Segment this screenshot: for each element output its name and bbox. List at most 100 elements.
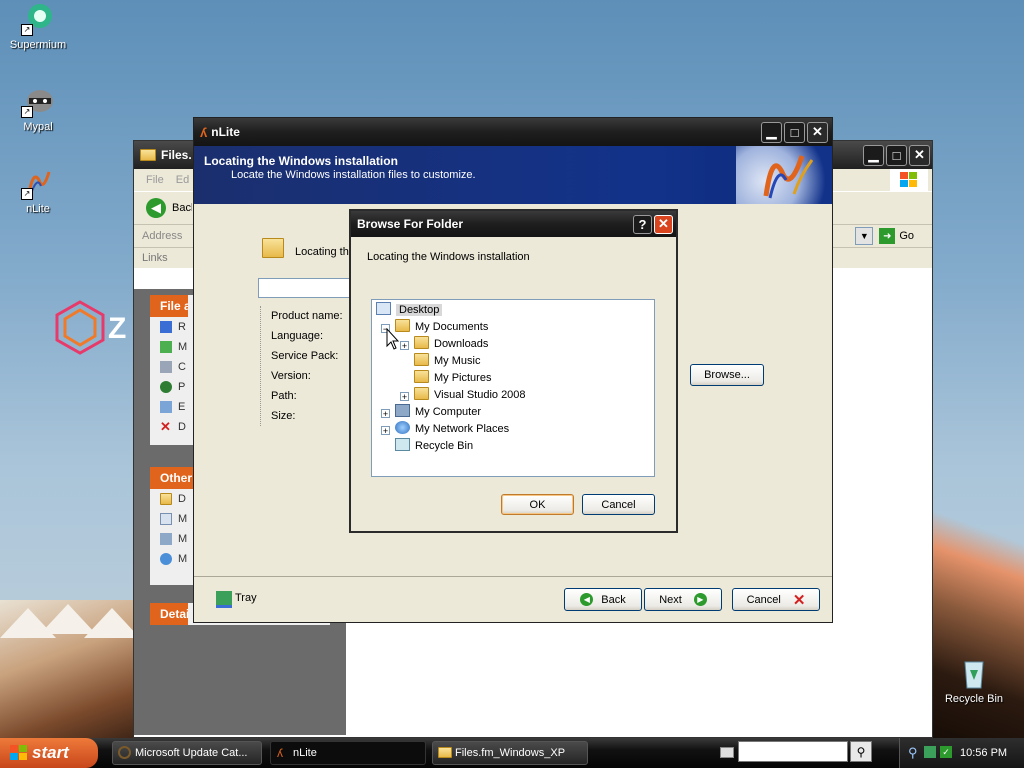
- close-button[interactable]: ✕: [654, 214, 673, 234]
- desktop-icon-nlite[interactable]: ↗ nLite: [0, 166, 76, 215]
- mypal-raccoon-icon: ↗: [21, 84, 55, 118]
- search-button-icon[interactable]: ⚲: [850, 741, 872, 762]
- go-arrow-icon[interactable]: ➜: [879, 228, 896, 244]
- tree-item-my-network-places[interactable]: My Network Places: [395, 421, 509, 437]
- task-nlite[interactable]: ʎ nLite: [270, 741, 426, 765]
- desktop-icon-supermium[interactable]: ↗ Supermium: [0, 2, 76, 51]
- shortcut-arrow-icon: ↗: [21, 188, 33, 200]
- tree-item-visual-studio-2008[interactable]: Visual Studio 2008: [414, 387, 526, 403]
- desktop-icon-label: nLite: [26, 203, 50, 215]
- help-button[interactable]: ?: [633, 214, 652, 234]
- locating-label: Locating th: [295, 246, 349, 258]
- next-button[interactable]: Next ▶: [644, 588, 722, 611]
- tree-item-desktop[interactable]: Desktop: [376, 302, 443, 318]
- pictures-folder-icon: [414, 370, 429, 383]
- nlite-footer: Tray ◀ Back Next ▶ Cancel ✕: [194, 576, 832, 621]
- address-label: Address: [142, 230, 183, 242]
- windows-flag-icon: [10, 745, 27, 760]
- expand-toggle[interactable]: +: [381, 409, 390, 419]
- documents-icon: [160, 513, 172, 525]
- ok-button[interactable]: OK: [501, 494, 574, 515]
- desktop-icon-recycle-bin[interactable]: Recycle Bin: [936, 656, 1012, 705]
- taskbar-search-input[interactable]: [738, 741, 848, 762]
- nlite-titlebar[interactable]: ʎ nLite ▁ □ ✕: [194, 118, 832, 146]
- tree-item-downloads[interactable]: Downloads: [414, 336, 488, 352]
- network-icon: [160, 553, 172, 565]
- page-title: Locating the Windows installation: [204, 154, 398, 168]
- expand-toggle[interactable]: +: [400, 341, 409, 351]
- panel-header[interactable]: Other Places: [150, 467, 196, 489]
- move-icon: [160, 341, 172, 353]
- minimize-button[interactable]: ▁: [863, 144, 884, 166]
- panel-header[interactable]: File and Folder Tasks: [150, 295, 188, 317]
- search-tray-icon[interactable]: ⚲: [908, 745, 918, 761]
- close-button[interactable]: ✕: [807, 121, 828, 143]
- maximize-button[interactable]: □: [784, 121, 805, 143]
- panel-header[interactable]: Details: [150, 603, 188, 625]
- expand-toggle[interactable]: +: [381, 426, 390, 436]
- path-input[interactable]: [258, 278, 350, 298]
- desktop-icon-mypal[interactable]: ↗ Mypal: [0, 84, 76, 133]
- address-dropdown-button[interactable]: ▼: [855, 227, 874, 245]
- music-folder-icon: [414, 353, 429, 366]
- network-tray-icon[interactable]: [924, 746, 936, 758]
- back-button[interactable]: ◀ Back: [564, 588, 642, 611]
- delete-icon: ✕: [160, 419, 171, 434]
- back-label[interactable]: Back: [172, 202, 192, 214]
- task-microsoft-update-catalog[interactable]: Microsoft Update Cat...: [112, 741, 262, 765]
- desktop-icon: [376, 302, 391, 315]
- field-path: Path:: [271, 390, 297, 402]
- system-tray: ⚲ ✓ 10:56 PM: [899, 738, 1024, 768]
- minimize-button[interactable]: ▁: [761, 121, 782, 143]
- task-files-fm[interactable]: Files.fm_Windows_XP: [432, 741, 588, 765]
- field-size: Size:: [271, 410, 296, 422]
- tree-item-recycle-bin[interactable]: Recycle Bin: [395, 438, 473, 454]
- maximize-button[interactable]: □: [886, 144, 907, 166]
- folder-icon: [438, 747, 452, 758]
- nlite-small-icon: ʎ: [277, 746, 283, 760]
- next-arrow-icon: ▶: [693, 593, 707, 606]
- close-button[interactable]: ✕: [909, 144, 930, 166]
- links-label: Links: [142, 252, 168, 264]
- start-button[interactable]: start: [0, 738, 98, 768]
- menu-edit[interactable]: Ed: [176, 174, 189, 186]
- recycle-bin-icon: [957, 656, 991, 690]
- security-tray-icon[interactable]: ✓: [940, 746, 952, 758]
- zune-logo-letter: Z: [108, 312, 127, 345]
- menu-file[interactable]: File: [146, 174, 164, 186]
- desktop-icon-label: Supermium: [9, 39, 67, 51]
- zune-logo-icon: [55, 300, 105, 355]
- recycle-bin-icon: [395, 438, 410, 451]
- back-arrow-icon: ◀: [580, 593, 594, 606]
- keyboard-icon[interactable]: [720, 747, 734, 758]
- rename-icon: [160, 321, 172, 333]
- email-icon: [160, 401, 172, 413]
- folder-icon: [160, 493, 172, 505]
- tree-item-my-music[interactable]: My Music: [414, 353, 480, 369]
- cancel-button[interactable]: Cancel: [582, 494, 655, 515]
- supermium-icon: ↗: [21, 2, 55, 36]
- tree-item-my-computer[interactable]: My Computer: [395, 404, 481, 420]
- expand-toggle[interactable]: +: [400, 392, 409, 402]
- dialog-description: Locating the Windows installation: [367, 251, 530, 263]
- dialog-title: Browse For Folder: [357, 217, 464, 231]
- dialog-titlebar[interactable]: Browse For Folder ? ✕: [351, 211, 676, 237]
- computer-icon: [160, 533, 172, 545]
- network-globe-icon: [395, 421, 410, 434]
- tray-label[interactable]: Tray: [235, 592, 257, 604]
- cancel-x-icon: ✕: [792, 591, 806, 609]
- folder-tree[interactable]: Desktop − My Documents + Downloads My Mu…: [371, 299, 655, 477]
- browse-button[interactable]: Browse...: [690, 364, 764, 386]
- cancel-button[interactable]: Cancel ✕: [732, 588, 820, 611]
- go-label[interactable]: Go: [899, 230, 914, 242]
- wallpaper-crowd-photo: [0, 600, 140, 738]
- field-language: Language:: [271, 330, 323, 342]
- tray-icon[interactable]: [216, 591, 232, 608]
- shortcut-arrow-icon: ↗: [21, 24, 33, 36]
- clock[interactable]: 10:56 PM: [960, 747, 1007, 759]
- tree-item-my-pictures[interactable]: My Pictures: [414, 370, 491, 386]
- field-product-name: Product name:: [271, 310, 343, 322]
- tree-item-my-documents[interactable]: My Documents: [395, 319, 488, 335]
- back-arrow-icon[interactable]: ◀: [146, 198, 166, 218]
- field-version: Version:: [271, 370, 311, 382]
